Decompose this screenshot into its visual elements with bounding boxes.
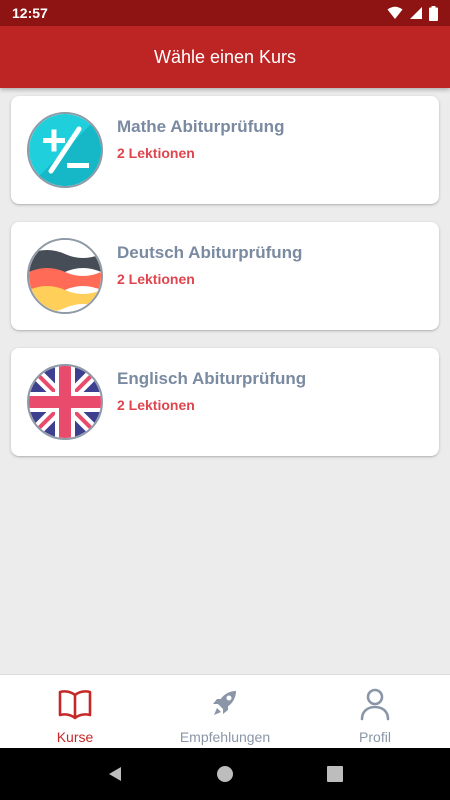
germany-flag-icon xyxy=(27,238,103,314)
nav-tab-profil[interactable]: Profil xyxy=(300,675,450,748)
back-icon xyxy=(109,767,121,781)
course-lessons-count: 2 Lektionen xyxy=(117,271,195,287)
course-title: Mathe Abiturprüfung xyxy=(117,117,285,136)
signal-icon xyxy=(410,7,422,19)
math-icon xyxy=(27,112,103,188)
uk-flag-icon xyxy=(27,364,103,440)
course-title: Deutsch Abiturprüfung xyxy=(117,243,303,262)
course-title: Englisch Abiturprüfung xyxy=(117,369,307,388)
status-bar: 12:57 xyxy=(0,0,450,26)
course-list: Mathe Abiturprüfung 2 Lektionen Deutsch … xyxy=(11,96,439,474)
back-button[interactable] xyxy=(95,754,135,794)
system-navigation-bar xyxy=(0,748,450,800)
course-lessons-count: 2 Lektionen xyxy=(117,145,195,161)
nav-label: Kurse xyxy=(56,729,94,745)
person-icon xyxy=(360,688,390,721)
nav-tab-kurse[interactable]: Kurse xyxy=(0,675,150,748)
course-card-german[interactable]: Deutsch Abiturprüfung 2 Lektionen xyxy=(11,222,439,330)
course-card-english[interactable]: Englisch Abiturprüfung 2 Lektionen xyxy=(11,348,439,456)
nav-label: Profil xyxy=(359,729,391,745)
battery-icon xyxy=(429,5,438,21)
nav-tab-empfehlungen[interactable]: Empfehlungen xyxy=(150,675,300,748)
course-card-math[interactable]: Mathe Abiturprüfung 2 Lektionen xyxy=(11,96,439,204)
rocket-icon xyxy=(213,691,236,715)
book-icon xyxy=(58,690,92,720)
recents-button[interactable] xyxy=(315,754,355,794)
recents-icon xyxy=(327,766,343,782)
course-lessons-count: 2 Lektionen xyxy=(117,397,195,413)
page-title: Wähle einen Kurs xyxy=(153,46,297,67)
nav-label: Empfehlungen xyxy=(179,729,271,745)
wifi-icon xyxy=(387,6,403,19)
app-bar: Wähle einen Kurs xyxy=(0,26,450,88)
status-time: 12:57 xyxy=(12,5,48,21)
home-icon xyxy=(217,766,233,782)
status-icons xyxy=(387,5,438,21)
bottom-navigation: Kurse Empfehlungen Profil xyxy=(0,674,450,748)
home-button[interactable] xyxy=(205,754,245,794)
